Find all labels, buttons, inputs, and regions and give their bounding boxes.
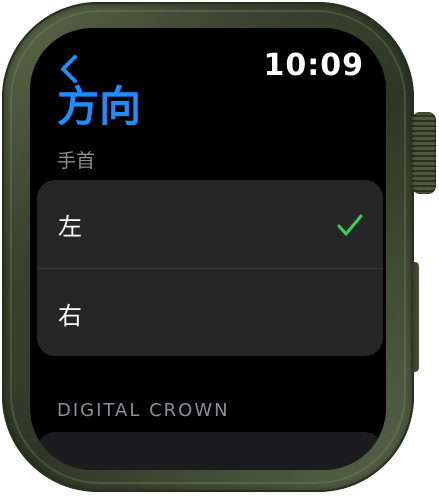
clock-time: 10:09 (263, 48, 364, 83)
orientation-list: 左 右 (37, 180, 383, 356)
option-left-label: 左 (58, 212, 82, 241)
option-left-row[interactable]: 左 (37, 180, 383, 268)
digital-crown-list[interactable] (37, 432, 383, 470)
section-label-wrist: 手首 (57, 150, 96, 172)
checkmark-icon (337, 213, 363, 237)
section-label-digital-crown: DIGITAL CROWN (57, 400, 230, 421)
chevron-left-icon[interactable] (58, 54, 82, 84)
watch-stage: 10:09 方向 手首 左 右 DIGITAL CROWN (0, 0, 439, 497)
option-right-row[interactable]: 右 (37, 268, 383, 356)
digital-crown[interactable] (412, 112, 436, 194)
page-title: 方向 (57, 82, 142, 131)
side-button[interactable] (411, 262, 419, 372)
option-right-label: 右 (58, 301, 82, 330)
watch-screen: 10:09 方向 手首 左 右 DIGITAL CROWN (30, 28, 386, 470)
